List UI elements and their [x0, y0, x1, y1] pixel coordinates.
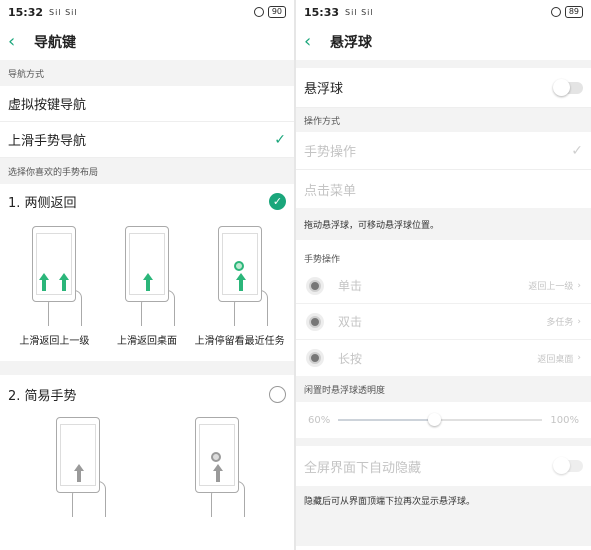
- page-header: ‹ 导航键: [0, 24, 294, 60]
- section-gesture-op: 手势操作: [296, 248, 591, 268]
- arrow-up-icon: [142, 273, 153, 291]
- phone-icon: [55, 417, 100, 493]
- float-ball-icon: [306, 276, 324, 295]
- gesture-label: 双击: [338, 315, 363, 329]
- phone-icon: [124, 226, 169, 302]
- gesture-label: 单击: [338, 279, 363, 293]
- gesture-value: 返回上一级: [528, 282, 574, 292]
- gesture-value: 返回桌面: [537, 354, 574, 365]
- chevron-right-icon: ›: [577, 316, 581, 327]
- signal-icon: Sil Sil: [345, 7, 374, 17]
- signal-icon: Sil Sil: [49, 7, 78, 17]
- back-chevron-icon[interactable]: ‹: [8, 33, 26, 51]
- slider-fill: [338, 419, 435, 421]
- status-time: 15:33: [304, 5, 340, 19]
- slider-thumb[interactable]: [428, 413, 442, 426]
- float-ball-icon: [306, 312, 324, 331]
- page-title: 导航键: [34, 35, 76, 51]
- status-bar: 15:33 Sil Sil 89: [296, 0, 591, 24]
- option-swipe-gestures[interactable]: 上滑手势导航 ✓: [0, 122, 294, 158]
- option-virtual-keys[interactable]: 虚拟按键导航: [0, 86, 294, 122]
- section-divider: [296, 60, 591, 68]
- section-op-mode: 操作方式: [296, 108, 591, 132]
- hold-point-icon: [210, 452, 221, 462]
- illustration-caption: 上滑返回上一级: [19, 336, 90, 347]
- phone-icon: [32, 226, 77, 302]
- floating-ball-screen: 15:33 Sil Sil 89 ‹ 悬浮球 悬浮球 操作方式 手势操作 ✓ 点…: [296, 0, 591, 550]
- alarm-icon: [550, 7, 561, 17]
- opacity-max: 100%: [550, 414, 579, 426]
- illustration-simple-home: [35, 417, 121, 517]
- chevron-right-icon: ›: [577, 280, 581, 291]
- status-bar: 15:32 Sil Sil 90: [0, 0, 294, 24]
- phone-icon: [194, 417, 239, 493]
- status-time: 15:32: [8, 5, 44, 19]
- battery-icon: 89: [564, 6, 583, 18]
- layout-label: 1. 两侧返回: [8, 195, 77, 211]
- arrow-up-icon: [59, 273, 70, 291]
- battery-icon: 90: [267, 6, 286, 18]
- opacity-min: 60%: [308, 414, 331, 426]
- op-mode-label: 点击菜单: [304, 183, 357, 199]
- gesture-label: 长按: [338, 351, 363, 366]
- section-nav-mode: 导航方式: [0, 60, 294, 86]
- illustration-simple-recents: [174, 417, 260, 517]
- page-header: ‹ 悬浮球: [296, 24, 591, 60]
- hide-note: 隐藏后可从界面顶端下拉再次显示悬浮球。: [296, 486, 591, 546]
- op-mode-menu[interactable]: 点击菜单: [296, 170, 591, 208]
- layout-both-sides-back[interactable]: 1. 两侧返回 ✓: [0, 184, 294, 218]
- illustration-home: 上滑返回桌面: [104, 226, 190, 347]
- float-ball-toggle[interactable]: [553, 78, 583, 96]
- section-opacity: 闲置时悬浮球透明度: [296, 376, 591, 402]
- navigation-keys-screen: 15:32 Sil Sil 90 ‹ 导航键 导航方式 虚拟按键导航 上滑手势导…: [0, 0, 294, 550]
- page-title: 悬浮球: [330, 35, 372, 51]
- option-label: 上滑手势导航: [8, 134, 87, 149]
- illustration-recents: 上滑停留看最近任务: [194, 226, 285, 347]
- alarm-icon: [253, 7, 264, 17]
- section-divider: [0, 361, 294, 375]
- section-divider: [296, 438, 591, 446]
- gesture-value: 多任务: [546, 318, 574, 328]
- illustration-caption: 上滑停留看最近任务: [194, 336, 285, 347]
- radio-unselected-icon: [269, 385, 286, 403]
- illustration-caption: 上滑返回桌面: [116, 336, 177, 347]
- op-mode-gesture[interactable]: 手势操作 ✓: [296, 132, 591, 170]
- op-mode-label: 手势操作: [304, 145, 357, 160]
- drag-note: 拖动悬浮球，可移动悬浮球位置。: [296, 208, 591, 240]
- float-ball-toggle-row[interactable]: 悬浮球: [296, 68, 591, 108]
- opacity-slider-row: 60% 100%: [296, 402, 591, 438]
- gesture-long-press[interactable]: 长按 返回桌面 ›: [296, 340, 591, 376]
- layout-label: 2. 简易手势: [8, 388, 77, 404]
- checkmark-icon: ✓: [571, 142, 583, 159]
- section-gesture-layout: 选择你喜欢的手势布局: [0, 158, 294, 184]
- layout-simple-gesture[interactable]: 2. 简易手势: [0, 375, 294, 413]
- chevron-right-icon: ›: [577, 353, 581, 363]
- checkmark-icon: ✓: [274, 131, 286, 148]
- selected-check-icon: ✓: [269, 192, 286, 210]
- arrow-up-icon: [212, 464, 223, 482]
- back-chevron-icon[interactable]: ‹: [304, 33, 322, 51]
- gesture-double-tap[interactable]: 双击 多任务 ›: [296, 304, 591, 340]
- option-label: 虚拟按键导航: [8, 98, 87, 113]
- arrow-up-icon: [235, 273, 246, 291]
- opacity-slider[interactable]: [338, 413, 543, 426]
- gesture-single-tap[interactable]: 单击 返回上一级 ›: [296, 268, 591, 304]
- arrow-up-icon: [73, 464, 84, 482]
- float-ball-label: 悬浮球: [304, 82, 344, 97]
- phone-icon: [217, 226, 262, 302]
- auto-hide-toggle[interactable]: [553, 457, 583, 474]
- gesture-illustrations: 上滑返回上一级 上滑返回桌面 上滑停留看最近任务: [0, 218, 294, 347]
- float-ball-icon: [306, 349, 324, 367]
- illustration-back: 上滑返回上一级: [11, 226, 97, 347]
- auto-hide-label: 全屏界面下自动隐藏: [304, 460, 422, 476]
- hold-point-icon: [233, 261, 244, 271]
- arrow-up-icon: [39, 273, 50, 291]
- simple-gesture-illustrations: [0, 413, 294, 517]
- auto-hide-row[interactable]: 全屏界面下自动隐藏: [296, 446, 591, 486]
